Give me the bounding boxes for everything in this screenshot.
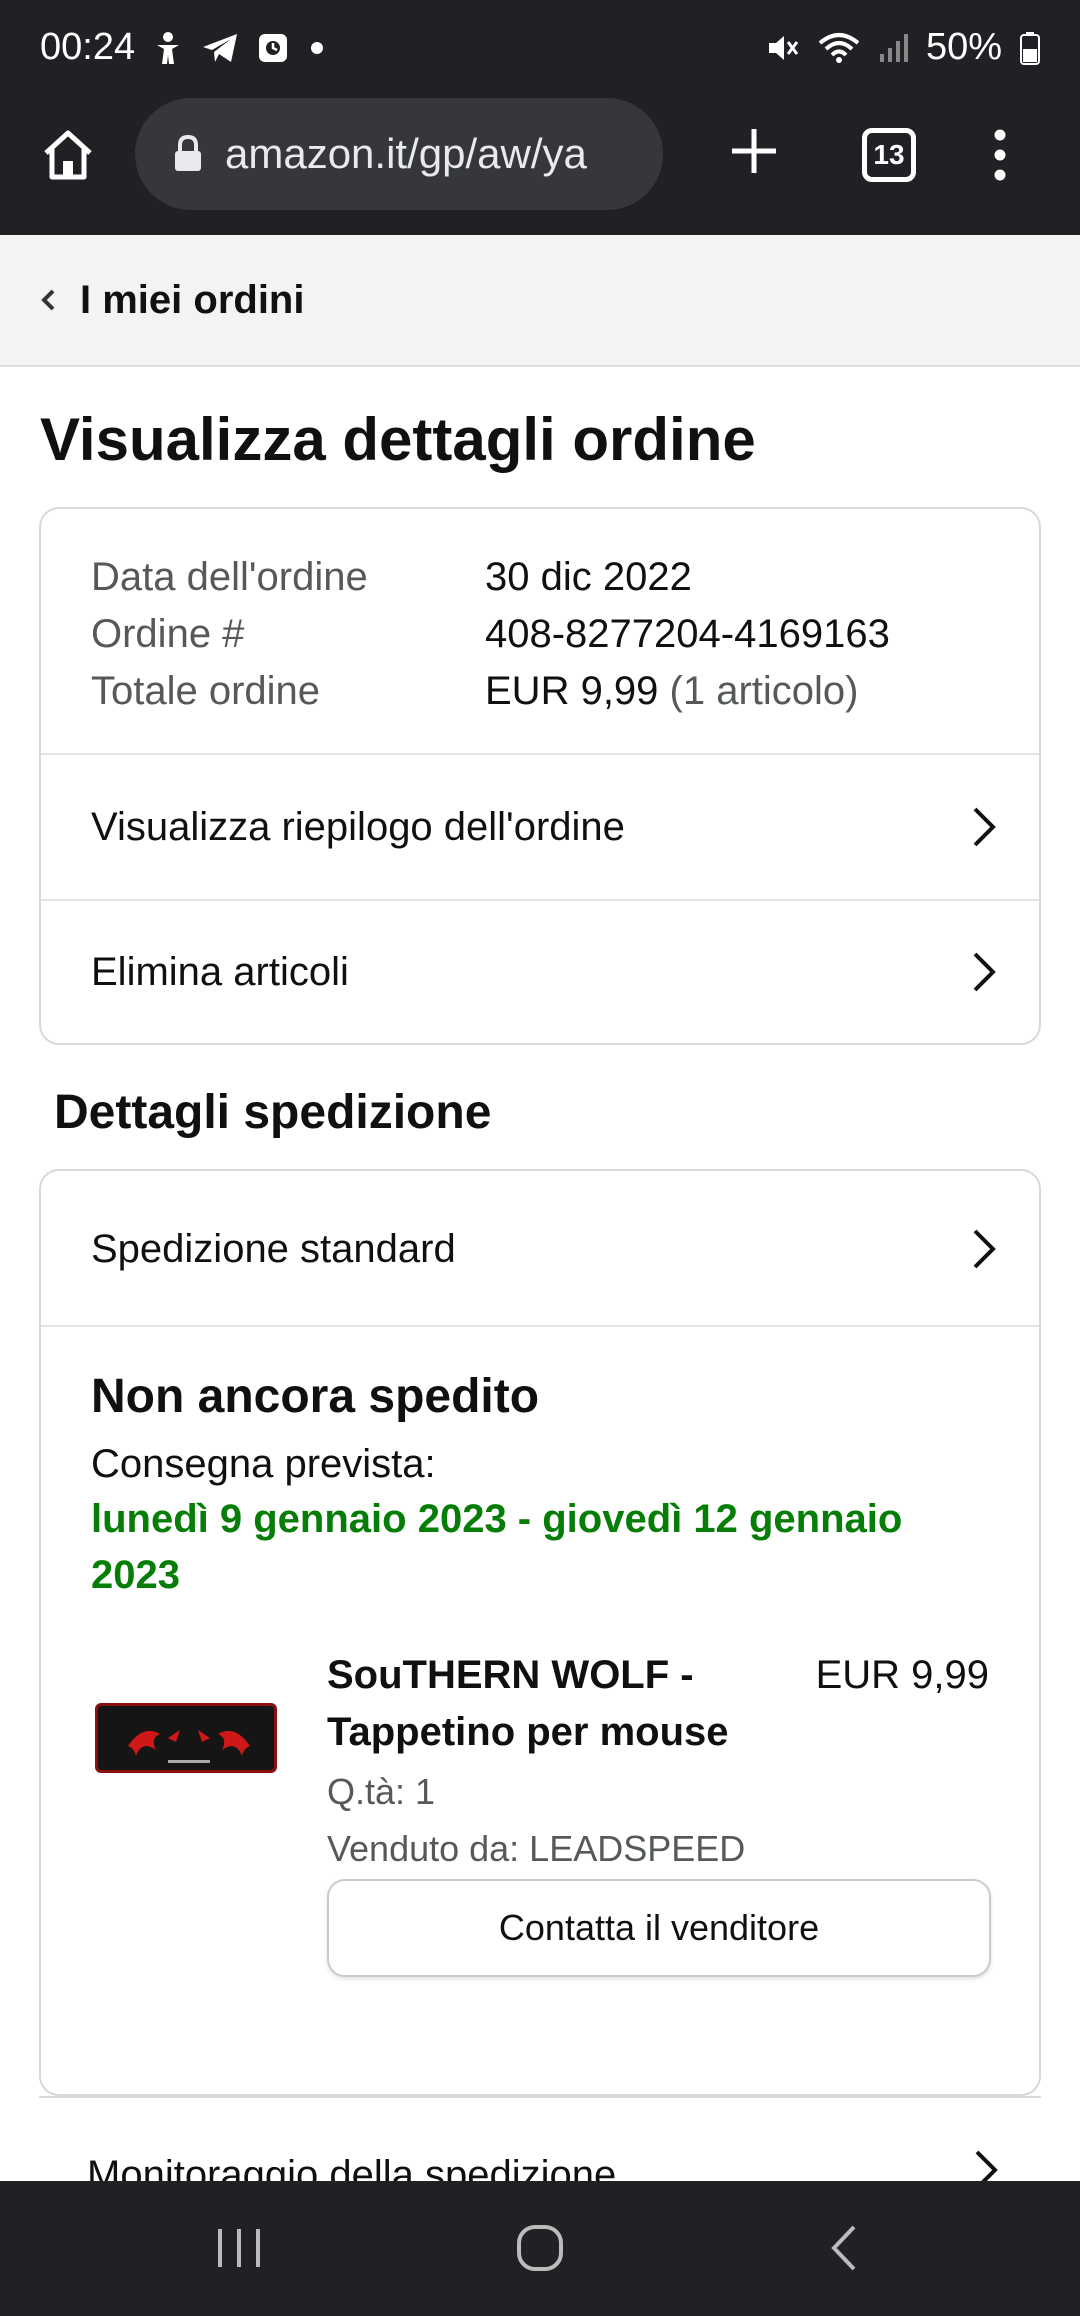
url-text: amazon.it/gp/aw/ya [225, 130, 587, 177]
delete-items-link[interactable]: Elimina articoli [41, 899, 1039, 1043]
browser-toolbar: amazon.it/gp/aw/ya 13 [0, 95, 1080, 235]
shipment-heading: Dettagli spedizione [54, 1086, 492, 1139]
chevron-right-icon [973, 2148, 999, 2182]
back-icon[interactable] [824, 2221, 864, 2280]
delete-items-label: Elimina articoli [91, 949, 349, 994]
product-seller: Venduto da: LEADSPEED [327, 1828, 746, 1869]
chevron-left-icon [38, 285, 58, 315]
plus-icon[interactable] [726, 123, 782, 179]
order-total-value: EUR 9,99 [485, 669, 659, 713]
home-icon[interactable] [38, 125, 98, 185]
tab-switcher-button[interactable]: 13 [862, 128, 916, 182]
contact-seller-button[interactable]: Contatta il venditore [327, 1879, 991, 1977]
signal-icon [878, 32, 908, 64]
shipment-status: Non ancora spedito [91, 1370, 540, 1423]
order-number-value: 408-8277204-4169163 [485, 612, 890, 656]
tracking-link[interactable]: Monitoraggio della spedizione [39, 2096, 1041, 2182]
status-bar: 00:24 50% [0, 0, 1080, 95]
product-title[interactable]: SouTHERN WOLF - Tappetino per mouse [327, 1647, 777, 1761]
back-to-orders[interactable]: I miei ordini [0, 235, 1080, 367]
recent-apps-icon[interactable] [214, 2221, 264, 2280]
order-total-items: (1 articolo) [669, 669, 859, 713]
mute-icon [766, 31, 800, 65]
telegram-icon [201, 32, 239, 64]
order-date-value: 30 dic 2022 [485, 555, 692, 599]
order-number-label: Ordine # [91, 612, 245, 656]
page-title: Visualizza dettagli ordine [40, 406, 756, 473]
back-link-label: I miei ordini [80, 277, 305, 322]
android-nav-bar [0, 2181, 1080, 2316]
menu-dots-icon[interactable] [985, 125, 1015, 185]
dot-icon [307, 38, 327, 58]
order-date-label: Data dell'ordine [91, 555, 368, 599]
expected-delivery-dates: lunedì 9 gennaio 2023 - giovedì 12 genna… [91, 1497, 903, 1597]
accessibility-icon [153, 31, 183, 65]
order-total-label: Totale ordine [91, 669, 321, 713]
product-image[interactable] [95, 1703, 277, 1773]
battery-icon [1020, 31, 1040, 65]
view-order-summary-link[interactable]: Visualizza riepilogo dell'ordine [41, 755, 1039, 899]
product-quantity: Q.tà: 1 [327, 1771, 436, 1812]
status-time: 00:24 [40, 26, 136, 68]
url-bar[interactable]: amazon.it/gp/aw/ya [135, 98, 663, 210]
order-summary-card: Data dell'ordine 30 dic 2022 Ordine # 40… [39, 507, 1041, 1045]
expected-delivery-label: Consegna prevista: [91, 1442, 436, 1486]
lock-icon [173, 134, 203, 173]
shipment-card: Spedizione standard Non ancora spedito C… [39, 1169, 1041, 2096]
product-price: EUR 9,99 [815, 1653, 989, 1697]
product-item: SouTHERN WOLF - Tappetino per mouse EUR … [91, 1647, 991, 2007]
order-info: Data dell'ordine 30 dic 2022 Ordine # 40… [41, 509, 1039, 755]
app-icon [257, 32, 289, 64]
wifi-icon [818, 31, 860, 65]
chevron-right-icon [971, 1227, 997, 1271]
chevron-right-icon [971, 950, 997, 994]
battery-percent: 50% [925, 26, 1002, 68]
shipping-method-label: Spedizione standard [91, 1226, 456, 1271]
view-order-summary-label: Visualizza riepilogo dell'ordine [91, 804, 625, 849]
chevron-right-icon [971, 805, 997, 849]
home-circle-icon[interactable] [514, 2221, 568, 2280]
tab-count: 13 [873, 139, 905, 170]
shipping-method-link[interactable]: Spedizione standard [41, 1171, 1039, 1327]
tracking-label: Monitoraggio della spedizione [87, 2153, 617, 2182]
